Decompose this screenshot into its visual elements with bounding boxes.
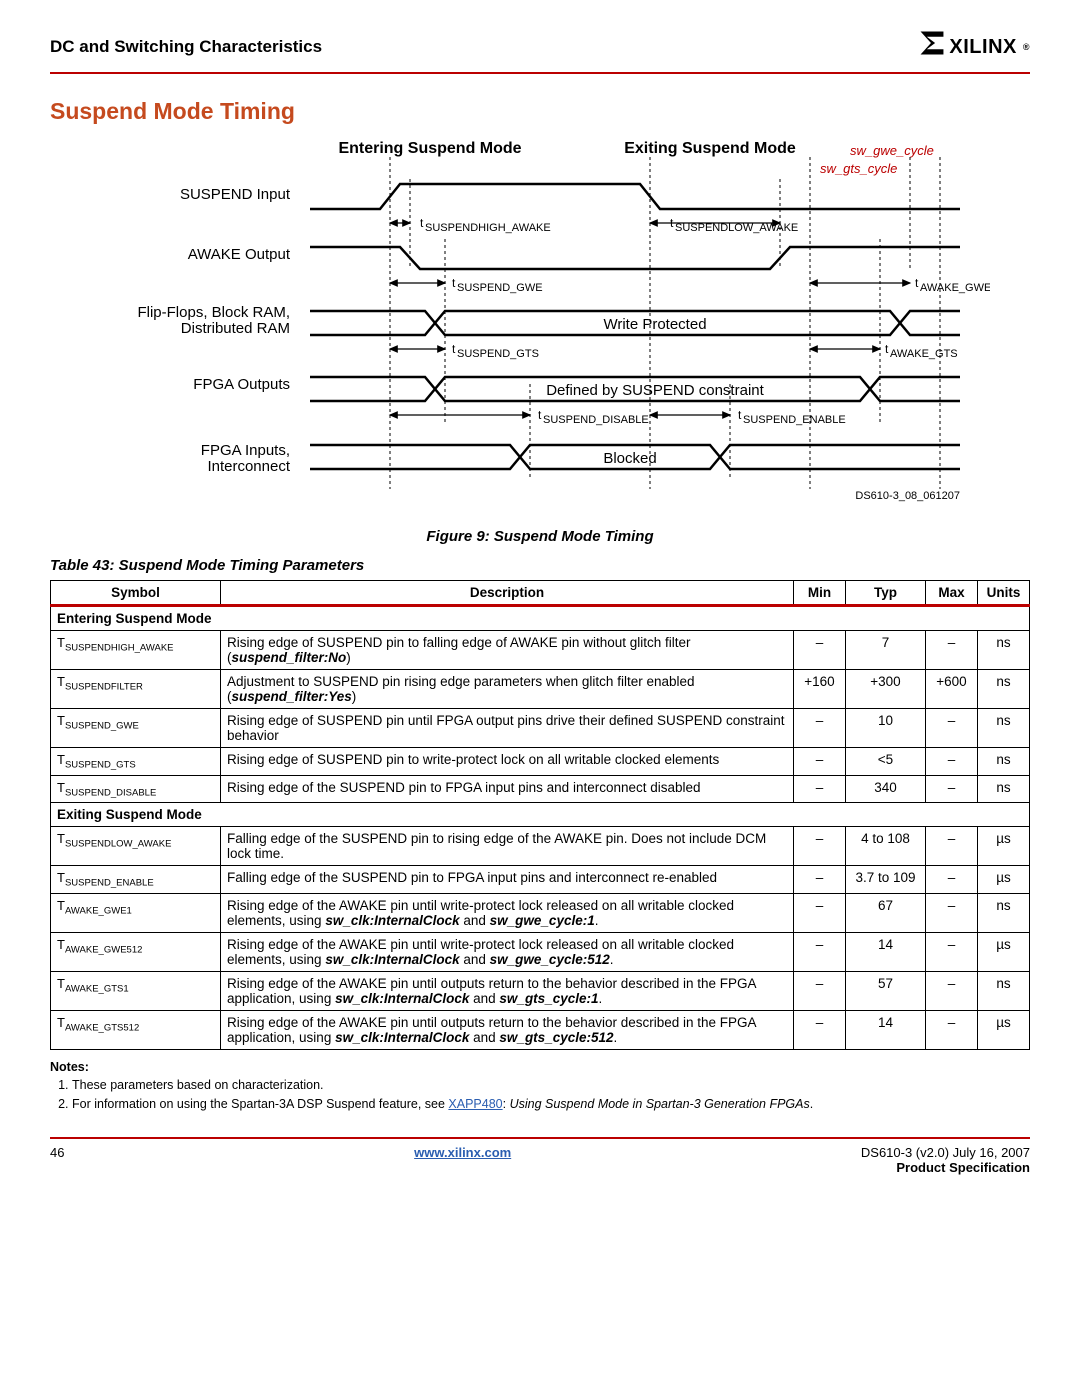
figure-caption: Figure 9: Suspend Mode Timing xyxy=(50,528,1030,545)
col-min: Min xyxy=(794,581,846,606)
table-row: TSUSPEND_GTSRising edge of SUSPEND pin t… xyxy=(51,748,1030,776)
note-1: These parameters based on characterizati… xyxy=(72,1077,1030,1094)
footer: 46 www.xilinx.com DS610-3 (v2.0) July 16… xyxy=(50,1145,1030,1175)
table-row: TAWAKE_GTS512Rising edge of the AWAKE pi… xyxy=(51,1011,1030,1050)
svg-text:t: t xyxy=(452,342,456,356)
svg-text:Write Protected: Write Protected xyxy=(603,316,706,333)
svg-text:Distributed RAM: Distributed RAM xyxy=(181,320,290,337)
header-rule xyxy=(50,72,1030,74)
table-row: TAWAKE_GWE1Rising edge of the AWAKE pin … xyxy=(51,894,1030,933)
svg-text:t: t xyxy=(452,276,456,290)
svg-text:SUSPEND_ENABLE: SUSPEND_ENABLE xyxy=(743,414,846,426)
table-row: TSUSPEND_GWERising edge of SUSPEND pin u… xyxy=(51,709,1030,748)
page-number: 46 xyxy=(50,1145,64,1175)
page-header: DC and Switching Characteristics XILINX ® xyxy=(50,30,1030,64)
svg-text:AWAKE_GTS: AWAKE_GTS xyxy=(890,348,958,360)
svg-text:SUSPEND_GTS: SUSPEND_GTS xyxy=(457,348,539,360)
brand-logo: XILINX ® xyxy=(919,30,1030,64)
brand-reg: ® xyxy=(1023,42,1030,52)
svg-text:Blocked: Blocked xyxy=(603,450,656,467)
svg-text:SUSPEND Input: SUSPEND Input xyxy=(180,186,291,203)
svg-text:Exiting Suspend Mode: Exiting Suspend Mode xyxy=(624,140,796,157)
svg-text:SUSPENDLOW_AWAKE: SUSPENDLOW_AWAKE xyxy=(675,222,798,234)
footer-rule xyxy=(50,1137,1030,1139)
svg-text:FPGA Inputs,: FPGA Inputs, xyxy=(201,442,290,459)
svg-text:SUSPEND_GWE: SUSPEND_GWE xyxy=(457,282,543,294)
col-units: Units xyxy=(978,581,1030,606)
svg-text:t: t xyxy=(538,408,542,422)
col-max: Max xyxy=(926,581,978,606)
timing-diagram: .lbl{font:15px Arial;} .lblb{font:bold 1… xyxy=(50,139,1030,545)
section-row: Exiting Suspend Mode xyxy=(51,803,1030,827)
svg-text:FPGA Outputs: FPGA Outputs xyxy=(193,376,290,393)
svg-text:t: t xyxy=(738,408,742,422)
svg-text:t: t xyxy=(885,342,889,356)
timing-parameters-table: Symbol Description Min Typ Max Units Ent… xyxy=(50,580,1030,1050)
svg-text:t: t xyxy=(420,216,424,230)
svg-text:Defined by SUSPEND constraint: Defined by SUSPEND constraint xyxy=(546,382,764,399)
sigma-icon xyxy=(919,30,945,64)
svg-text:sw_gts_cycle: sw_gts_cycle xyxy=(820,161,897,176)
notes-title: Notes: xyxy=(50,1060,1030,1074)
section-row: Entering Suspend Mode xyxy=(51,606,1030,631)
footer-spec: Product Specification xyxy=(861,1160,1030,1175)
svg-text:DS610-3_08_061207: DS610-3_08_061207 xyxy=(855,490,960,502)
note-2: For information on using the Spartan-3A … xyxy=(72,1096,1030,1113)
footer-url[interactable]: www.xilinx.com xyxy=(414,1145,511,1160)
table-row: TSUSPENDFILTERAdjustment to SUSPEND pin … xyxy=(51,670,1030,709)
notes: Notes: These parameters based on charact… xyxy=(50,1060,1030,1113)
col-description: Description xyxy=(221,581,794,606)
svg-text:t: t xyxy=(915,276,919,290)
table-row: TAWAKE_GTS1Rising edge of the AWAKE pin … xyxy=(51,972,1030,1011)
header-title: DC and Switching Characteristics xyxy=(50,37,322,57)
table-row: TSUSPENDHIGH_AWAKERising edge of SUSPEND… xyxy=(51,631,1030,670)
table-row: TSUSPEND_DISABLERising edge of the SUSPE… xyxy=(51,775,1030,803)
svg-text:Flip-Flops, Block RAM,: Flip-Flops, Block RAM, xyxy=(137,304,290,321)
svg-text:Entering Suspend Mode: Entering Suspend Mode xyxy=(338,140,521,157)
table-caption: Table 43: Suspend Mode Timing Parameters xyxy=(50,557,1030,574)
svg-text:AWAKE_GWE: AWAKE_GWE xyxy=(920,282,990,294)
section-title: Suspend Mode Timing xyxy=(50,98,1030,125)
svg-text:sw_gwe_cycle: sw_gwe_cycle xyxy=(850,143,934,158)
xapp480-link[interactable]: XAPP480 xyxy=(448,1097,502,1111)
table-row: TAWAKE_GWE512Rising edge of the AWAKE pi… xyxy=(51,933,1030,972)
table-row: TSUSPEND_ENABLEFalling edge of the SUSPE… xyxy=(51,866,1030,894)
svg-text:SUSPENDHIGH_AWAKE: SUSPENDHIGH_AWAKE xyxy=(425,222,551,234)
svg-text:SUSPEND_DISABLE: SUSPEND_DISABLE xyxy=(543,414,649,426)
svg-text:AWAKE Output: AWAKE Output xyxy=(188,246,291,263)
svg-text:Interconnect: Interconnect xyxy=(207,458,290,475)
col-typ: Typ xyxy=(846,581,926,606)
footer-doc: DS610-3 (v2.0) July 16, 2007 xyxy=(861,1145,1030,1160)
table-row: TSUSPENDLOW_AWAKEFalling edge of the SUS… xyxy=(51,827,1030,866)
brand-name: XILINX xyxy=(949,36,1016,59)
col-symbol: Symbol xyxy=(51,581,221,606)
